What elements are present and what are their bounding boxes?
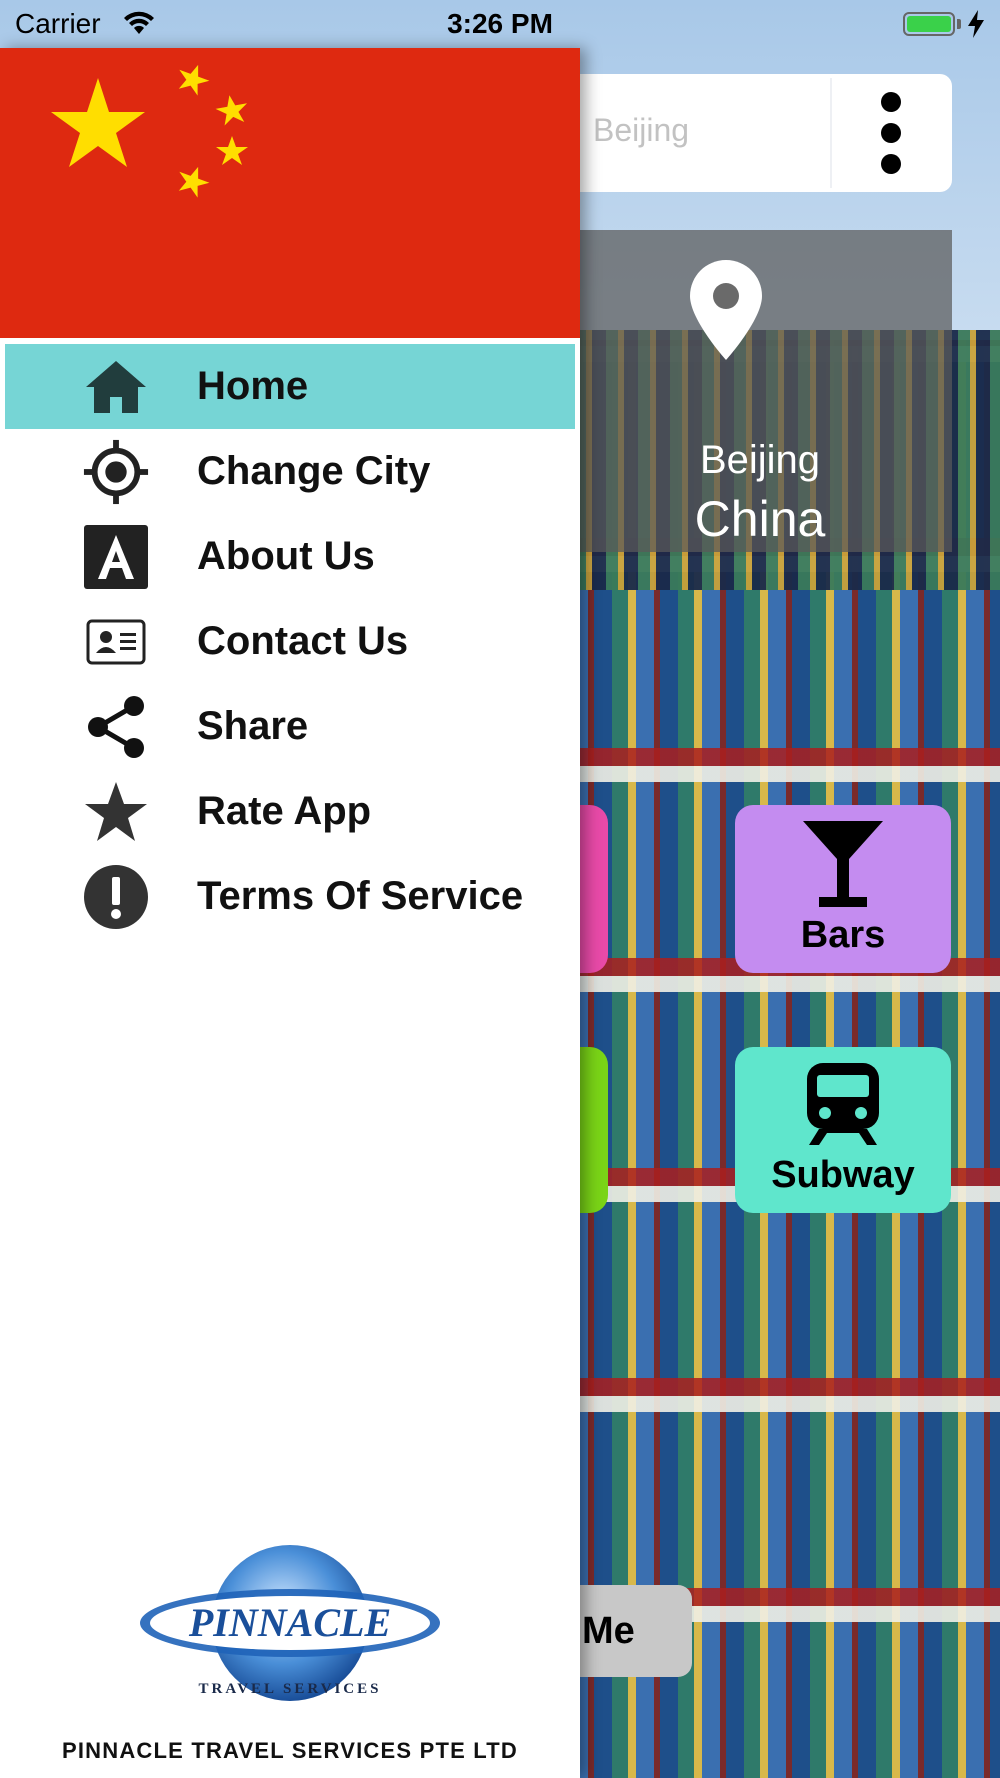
charging-bolt-icon	[968, 10, 984, 38]
near-me-label: Me	[582, 1609, 635, 1652]
bars-tile[interactable]: Bars	[735, 805, 951, 973]
svg-text:PINNACLE: PINNACLE	[188, 1600, 391, 1645]
drawer-menu: Home Change City About Us Contact Us Sha…	[0, 344, 580, 939]
subway-tile-label: Subway	[771, 1154, 915, 1196]
city-search-value[interactable]: Beijing	[593, 112, 689, 149]
menu-item-label: Change City	[197, 449, 431, 493]
bars-tile-label: Bars	[800, 914, 886, 956]
navigation-drawer[interactable]: Home Change City About Us Contact Us Sha…	[0, 48, 580, 1778]
menu-item-home[interactable]: Home	[5, 344, 575, 429]
status-bar: Carrier 3:26 PM	[0, 0, 1000, 48]
menu-item-label: Home	[197, 364, 309, 408]
status-time: 3:26 PM	[447, 8, 553, 39]
china-flag-header	[0, 48, 580, 338]
menu-item-label: Rate App	[197, 789, 372, 833]
menu-item-label: Share	[197, 704, 309, 748]
more-options-button[interactable]	[830, 78, 950, 188]
menu-item-contact-us[interactable]: Contact Us	[0, 599, 580, 684]
contact-card-icon	[82, 608, 150, 676]
menu-item-label: Terms Of Service	[197, 874, 524, 918]
location-city: Beijing	[699, 438, 821, 482]
location-pin-icon	[690, 260, 762, 360]
menu-item-change-city[interactable]: Change City	[0, 429, 580, 514]
cocktail-glass-icon	[803, 821, 883, 907]
location-country: China	[694, 491, 826, 547]
china-flag-image	[51, 64, 248, 198]
battery-icon	[903, 12, 955, 36]
crosshair-icon	[82, 438, 150, 506]
company-name: PINNACLE TRAVEL SERVICES PTE LTD	[61, 1738, 519, 1763]
letter-a-icon	[82, 523, 150, 591]
more-vertical-icon	[881, 92, 901, 112]
pinnacle-logo: PINNACLE TRAVEL SERVICES	[140, 1545, 440, 1701]
home-icon	[82, 353, 150, 421]
share-icon	[82, 693, 150, 761]
menu-item-terms-of-service[interactable]: Terms Of Service	[0, 854, 580, 939]
menu-item-rate-app[interactable]: Rate App	[0, 769, 580, 854]
menu-item-about-us[interactable]: About Us	[0, 514, 580, 599]
svg-text:TRAVEL SERVICES: TRAVEL SERVICES	[198, 1681, 381, 1697]
menu-item-label: About Us	[197, 534, 375, 578]
star-icon	[82, 778, 150, 846]
menu-item-label: Contact Us	[197, 619, 409, 663]
exclamation-circle-icon	[82, 863, 150, 931]
menu-item-share[interactable]: Share	[0, 684, 580, 769]
subway-train-icon	[807, 1063, 879, 1145]
subway-tile[interactable]: Subway	[735, 1047, 951, 1213]
